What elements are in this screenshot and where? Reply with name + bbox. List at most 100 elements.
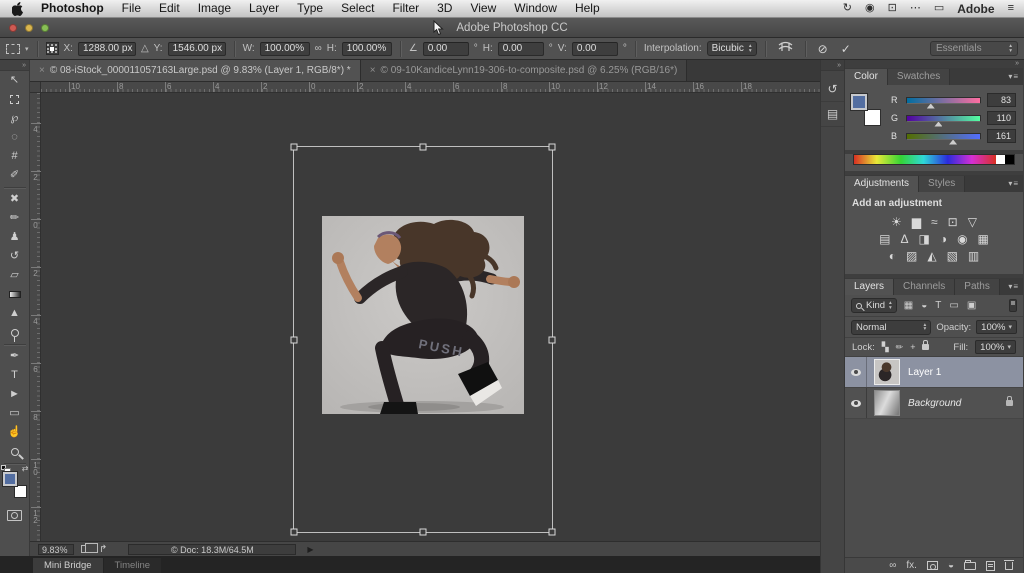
close-tab-icon[interactable]: × <box>39 65 45 76</box>
menu-type[interactable]: Type <box>288 0 332 17</box>
collapse-tools-icon[interactable]: » <box>0 60 29 71</box>
foreground-color-swatch[interactable] <box>851 94 867 110</box>
reference-point-locator[interactable] <box>46 42 59 55</box>
status-menu-arrow-icon[interactable]: ▶ <box>307 545 313 554</box>
healing-brush-tool[interactable]: ✖ <box>1 190 29 209</box>
tab-swatches[interactable]: Swatches <box>888 69 950 85</box>
crop-tool[interactable]: # <box>1 147 29 166</box>
document-tab-2[interactable]: ×© 09-10KandiceLynn19-306-to-composite.p… <box>361 60 688 81</box>
history-panel-button[interactable]: ↺ <box>821 77 844 102</box>
transform-tool-icon[interactable] <box>6 44 20 54</box>
channel-slider-r[interactable] <box>906 97 981 104</box>
y-position-field[interactable]: 1546.00 px <box>168 42 226 56</box>
close-tab-icon[interactable]: × <box>370 65 376 76</box>
brightness-contrast-icon[interactable]: ☀ <box>891 216 902 229</box>
posterize-icon[interactable]: ▨ <box>906 250 917 263</box>
lock-pixels-icon[interactable]: ✏ <box>896 342 904 352</box>
levels-icon[interactable]: ▆ <box>912 216 921 229</box>
zoom-level-field[interactable]: 9.83% <box>38 544 74 555</box>
width-field[interactable]: 100.00% <box>260 42 310 56</box>
slider-thumb[interactable] <box>934 122 942 127</box>
blur-tool[interactable]: ▲ <box>1 304 29 323</box>
filter-adjustment-layers-icon[interactable]: ◒ <box>921 300 927 311</box>
white-swatch[interactable] <box>996 155 1005 164</box>
brush-tool[interactable]: ✏ <box>1 209 29 228</box>
background-color-swatch[interactable] <box>14 485 27 498</box>
lock-position-icon[interactable]: + <box>910 342 915 352</box>
panel-menu-icon[interactable]: ▾≡ <box>1008 179 1019 188</box>
v-skew-field[interactable]: 0.00 <box>572 42 618 56</box>
blend-mode-dropdown[interactable]: Normal ▴▾ <box>851 320 931 335</box>
height-field[interactable]: 100.00% <box>342 42 392 56</box>
document-tab-1[interactable]: ×© 08-iStock_000011057163Large.psd @ 9.8… <box>30 60 361 81</box>
foreground-color-swatch[interactable] <box>3 472 17 486</box>
color-lookup-icon[interactable]: ▦ <box>978 233 989 246</box>
sync-icon[interactable]: ↻ <box>843 0 852 17</box>
exposure-icon[interactable]: ⊡ <box>948 216 958 229</box>
add-layer-mask-icon[interactable] <box>927 561 938 570</box>
transform-handle-s[interactable] <box>420 529 427 536</box>
filter-type-layers-icon[interactable]: T <box>935 300 941 311</box>
publish-icon[interactable]: ↱ <box>99 544 107 555</box>
new-group-icon[interactable] <box>964 562 976 570</box>
menu-select[interactable]: Select <box>332 0 383 17</box>
panel-menu-icon[interactable]: ▾≡ <box>1008 72 1019 81</box>
clone-stamp-tool[interactable]: ♟ <box>1 228 29 247</box>
window-title-bar[interactable]: Adobe Photoshop CC <box>0 18 1024 38</box>
visibility-toggle[interactable] <box>845 357 867 387</box>
menu-edit[interactable]: Edit <box>150 0 189 17</box>
photo-filter-icon[interactable]: ◑ <box>940 233 947 246</box>
layer-thumbnail[interactable] <box>874 390 900 416</box>
hand-tool[interactable]: ☝ <box>1 423 29 442</box>
zoom-tool[interactable] <box>1 442 29 461</box>
threshold-icon[interactable]: ◭ <box>927 250 936 263</box>
vibrance-icon[interactable]: ▽ <box>968 216 977 229</box>
workspace-switcher[interactable]: Essentials ▴▾ <box>930 41 1018 56</box>
filter-toggle-switch[interactable] <box>1009 299 1017 312</box>
tool-preset-caret-icon[interactable]: ▾ <box>25 45 29 53</box>
panel-menu-icon[interactable]: ▾≡ <box>1008 282 1019 291</box>
commit-transform-icon[interactable]: ✓ <box>837 42 855 56</box>
layer-effects-icon[interactable]: fx. <box>906 561 917 571</box>
ruler-origin-corner[interactable] <box>30 82 41 93</box>
more-icon[interactable]: ⋯ <box>910 0 921 17</box>
warp-mode-icon[interactable] <box>774 41 797 56</box>
black-white-icon[interactable]: ◨ <box>918 233 929 246</box>
type-tool[interactable]: T <box>1 366 29 385</box>
selective-color-icon[interactable]: ▧ <box>947 250 958 263</box>
layer-row-layer-1[interactable]: Layer 1 <box>845 357 1023 388</box>
transform-handle-n[interactable] <box>420 144 427 151</box>
channel-slider-g[interactable] <box>906 115 981 122</box>
gradient-tool[interactable] <box>1 285 29 304</box>
pen-tool[interactable]: ✒ <box>1 347 29 366</box>
properties-panel-button[interactable]: ▤ <box>821 102 844 127</box>
menu-3d[interactable]: 3D <box>428 0 461 17</box>
move-tool[interactable]: ↖ <box>1 71 29 90</box>
link-layers-icon[interactable]: ∞ <box>889 561 896 571</box>
rectangular-marquee-tool[interactable] <box>1 90 29 109</box>
menu-image[interactable]: Image <box>189 0 240 17</box>
minimize-window-button[interactable] <box>25 24 33 32</box>
channel-mixer-icon[interactable]: ◉ <box>957 233 967 246</box>
channel-value-field[interactable]: 161 <box>987 129 1016 143</box>
channel-value-field[interactable]: 110 <box>987 111 1016 125</box>
path-selection-tool[interactable]: ► <box>1 385 29 404</box>
slider-thumb[interactable] <box>949 140 957 145</box>
document-size-info[interactable]: © Doc: 18.3M/64.5M <box>128 544 296 555</box>
adobe-label[interactable]: Adobe <box>957 2 994 16</box>
close-window-button[interactable] <box>9 24 17 32</box>
tab-layers[interactable]: Layers <box>845 279 894 295</box>
visibility-toggle[interactable] <box>845 388 867 418</box>
screen-share-icon[interactable]: ⊡ <box>888 0 897 17</box>
filter-pixel-layers-icon[interactable]: ▦ <box>904 300 913 311</box>
new-adjustment-layer-icon[interactable]: ◒ <box>948 561 954 571</box>
menu-file[interactable]: File <box>113 0 150 17</box>
fill-field[interactable]: 100% ▾ <box>975 340 1016 354</box>
layer-thumbnail[interactable] <box>874 359 900 385</box>
tab-color[interactable]: Color <box>845 69 888 85</box>
channel-slider-b[interactable] <box>906 133 981 140</box>
display-icon[interactable]: ▭ <box>934 0 944 17</box>
channel-value-field[interactable]: 83 <box>987 93 1016 107</box>
spectrum-gradient[interactable] <box>854 155 996 164</box>
hue-saturation-icon[interactable]: ▤ <box>879 233 890 246</box>
